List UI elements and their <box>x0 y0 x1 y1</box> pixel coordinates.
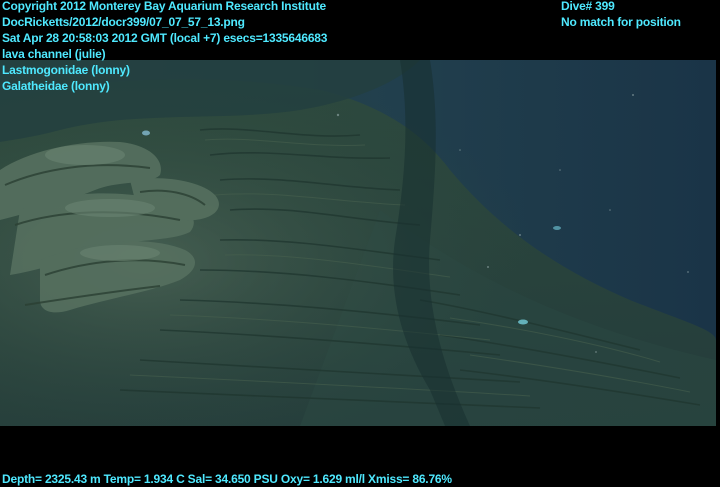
copyright-text: Copyright 2012 Monterey Bay Aquarium Res… <box>2 0 326 13</box>
position-status-text: No match for position <box>561 15 681 29</box>
seafloor-video-image <box>0 60 716 426</box>
file-path-text: DocRicketts/2012/docr399/07_07_57_13.png <box>2 15 245 29</box>
sensor-readout-text: Depth= 2325.43 m Temp= 1.934 C Sal= 34.6… <box>2 472 452 486</box>
annotation-lastmogonidae: Lastmogonidae (lonny) <box>2 63 130 77</box>
datetime-text: Sat Apr 28 20:58:03 2012 GMT (local +7) … <box>2 31 328 45</box>
annotation-galatheidae: Galatheidae (lonny) <box>2 79 110 93</box>
annotation-lava-channel: lava channel (julie) <box>2 47 106 61</box>
dive-number-text: Dive# 399 <box>561 0 615 13</box>
video-frame: Copyright 2012 Monterey Bay Aquarium Res… <box>0 0 720 486</box>
